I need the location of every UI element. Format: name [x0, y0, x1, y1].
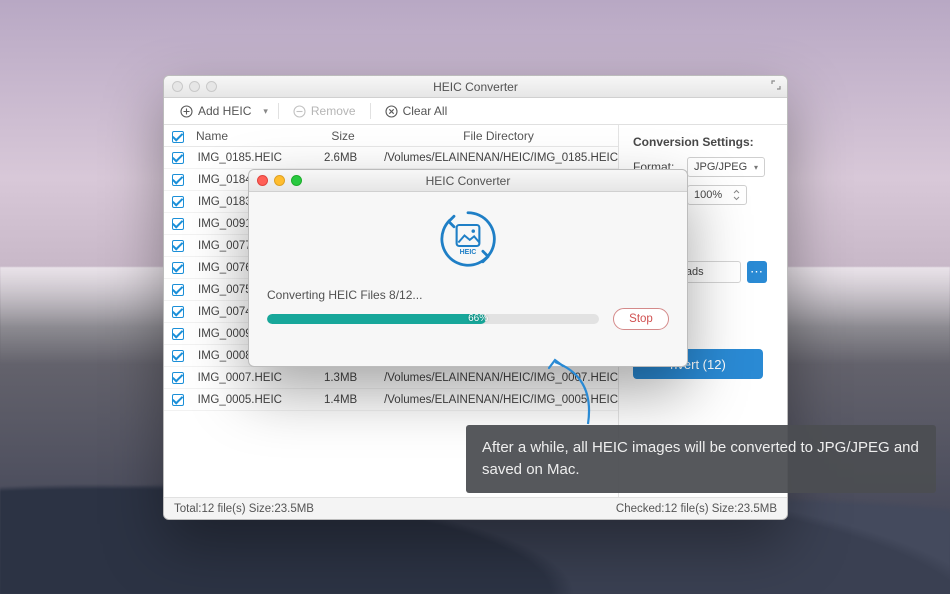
row-checkbox[interactable] — [172, 196, 184, 208]
row-checkbox[interactable] — [172, 174, 184, 186]
cell-dir: /Volumes/ELAINENAN/HEIC/IMG_0185.HEIC — [376, 152, 618, 164]
minus-circle-icon — [293, 105, 306, 118]
cell-dir: /Volumes/ELAINENAN/HEIC/IMG_0005.HEIC — [376, 394, 618, 406]
svg-text:HEIC: HEIC — [460, 249, 477, 256]
window-title: HEIC Converter — [164, 80, 787, 94]
row-checkbox[interactable] — [172, 394, 184, 406]
header-checkbox-cell — [164, 129, 192, 143]
add-heic-label: Add HEIC — [198, 104, 251, 118]
row-checkbox[interactable] — [172, 240, 184, 252]
add-heic-button[interactable]: Add HEIC — [172, 101, 259, 121]
plus-circle-icon — [180, 105, 193, 118]
row-checkbox[interactable] — [172, 350, 184, 362]
add-heic-dropdown[interactable]: ▾ — [259, 103, 272, 120]
stepper-icon — [733, 189, 740, 201]
stop-button[interactable]: Stop — [613, 308, 669, 330]
toolbar: Add HEIC ▾ Remove Clear All — [164, 98, 787, 125]
table-row[interactable]: IMG_0005.HEIC1.4MB/Volumes/ELAINENAN/HEI… — [164, 389, 618, 411]
cell-dir: /Volumes/ELAINENAN/HEIC/IMG_0007.HEIC — [376, 372, 618, 384]
modal-title: HEIC Converter — [249, 174, 687, 188]
expand-icon[interactable] — [771, 80, 781, 90]
settings-title: Conversion Settings: — [633, 135, 775, 149]
quality-stepper[interactable]: 100% — [687, 185, 747, 205]
remove-label: Remove — [311, 104, 356, 118]
status-checked: Checked:12 file(s) Size:23.5MB — [616, 503, 777, 515]
heic-logo-icon: HEIC — [433, 204, 503, 274]
table-row[interactable]: IMG_0007.HEIC1.3MB/Volumes/ELAINENAN/HEI… — [164, 367, 618, 389]
progress-row: 66% Stop — [267, 308, 669, 330]
cell-name: IMG_0185.HEIC — [192, 152, 305, 164]
toolbar-separator — [278, 103, 279, 119]
row-checkbox[interactable] — [172, 262, 184, 274]
row-checkbox[interactable] — [172, 328, 184, 340]
table-row[interactable]: IMG_0185.HEIC2.6MB/Volumes/ELAINENAN/HEI… — [164, 147, 618, 169]
progress-percent: 66% — [468, 314, 488, 324]
progress-text: Converting HEIC Files 8/12... — [267, 288, 422, 302]
cell-size: 2.6MB — [305, 152, 376, 164]
table-header: Name Size File Directory — [164, 125, 618, 147]
format-value: JPG/JPEG — [694, 161, 747, 173]
progress-fill — [267, 314, 486, 324]
cell-size: 1.4MB — [305, 394, 376, 406]
toolbar-separator — [370, 103, 371, 119]
cell-name: IMG_0007.HEIC — [192, 372, 305, 384]
progress-bar: 66% — [267, 314, 599, 324]
row-checkbox[interactable] — [172, 306, 184, 318]
modal-titlebar[interactable]: HEIC Converter — [249, 170, 687, 192]
ellipsis-icon: ⋯ — [750, 264, 764, 280]
annotation-tooltip: After a while, all HEIC images will be c… — [466, 425, 936, 493]
clear-all-label: Clear All — [403, 104, 448, 118]
main-titlebar[interactable]: HEIC Converter — [164, 76, 787, 98]
quality-value: 100% — [694, 189, 722, 201]
tooltip-text: After a while, all HEIC images will be c… — [482, 439, 919, 478]
format-select[interactable]: JPG/JPEG ▾ — [687, 157, 765, 177]
header-size[interactable]: Size — [307, 129, 379, 143]
cell-size: 1.3MB — [305, 372, 376, 384]
x-circle-icon — [385, 105, 398, 118]
status-total: Total:12 file(s) Size:23.5MB — [174, 503, 314, 515]
row-checkbox[interactable] — [172, 152, 184, 164]
cell-name: IMG_0005.HEIC — [192, 394, 305, 406]
row-checkbox[interactable] — [172, 284, 184, 296]
remove-button[interactable]: Remove — [285, 101, 364, 121]
header-name[interactable]: Name — [192, 129, 307, 143]
status-bar: Total:12 file(s) Size:23.5MB Checked:12 … — [164, 497, 787, 519]
progress-dialog: HEIC Converter HEIC Converting HEIC File… — [248, 169, 688, 367]
chevron-down-icon: ▾ — [263, 106, 268, 117]
row-checkbox[interactable] — [172, 372, 184, 384]
header-checkbox[interactable] — [172, 131, 184, 143]
modal-body: HEIC Converting HEIC Files 8/12... 66% S… — [249, 192, 687, 366]
browse-button[interactable]: ⋯ — [747, 261, 767, 283]
header-dir[interactable]: File Directory — [379, 129, 618, 143]
clear-all-button[interactable]: Clear All — [377, 101, 456, 121]
row-checkbox[interactable] — [172, 218, 184, 230]
chevron-down-icon: ▾ — [754, 163, 758, 172]
